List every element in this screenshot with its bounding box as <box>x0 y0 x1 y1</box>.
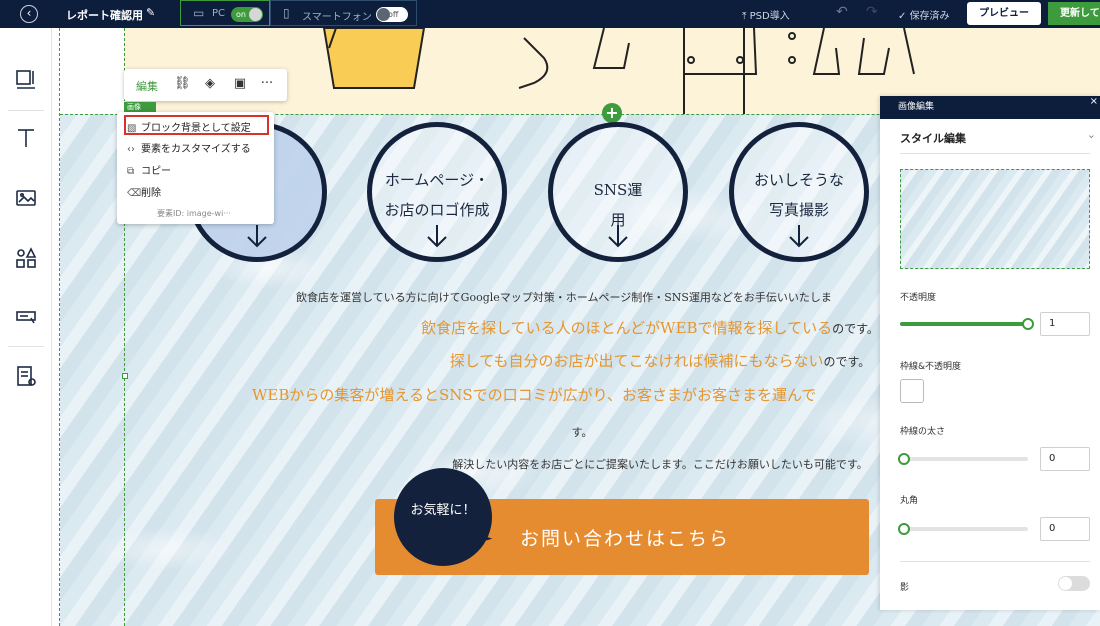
preview-button[interactable]: プレビュー <box>967 2 1041 25</box>
divider <box>900 561 1090 562</box>
down-arrow-icon <box>789 225 809 248</box>
radius-input[interactable]: 0 <box>1040 517 1090 541</box>
menu-label: 削除 <box>141 188 161 199</box>
image-preview[interactable] <box>900 169 1090 269</box>
down-arrow-icon <box>247 225 267 248</box>
shadow-label: 影 <box>900 583 910 593</box>
highlight-text: 飲食店を探している人のほとんどがWEBで情報を探している <box>421 319 833 337</box>
element-id[interactable]: 要素ID: image-wi··· <box>157 208 231 219</box>
pc-mode-segment[interactable]: ▭ PC on <box>180 0 270 26</box>
pencil-icon[interactable]: ✎ <box>146 6 155 19</box>
more-icon[interactable]: ··· <box>259 76 275 92</box>
resize-handle[interactable] <box>122 373 128 379</box>
border-width-input[interactable]: 0 <box>1040 447 1090 471</box>
cta-label: お問い合わせはこちら <box>520 528 731 550</box>
left-toolbar <box>0 28 52 626</box>
border-width-label: 枠線の太さ <box>900 427 946 437</box>
image-replace-icon[interactable]: ▣ <box>232 76 248 92</box>
guide-line <box>59 28 60 626</box>
slider-knob[interactable] <box>898 453 910 465</box>
line-tail: のです。 <box>832 322 879 336</box>
panel-title: 画像編集 <box>880 96 1100 119</box>
copy-icon: ⧉ <box>127 166 135 177</box>
element-toolbar: 編集 ⛓ ◈ ▣ ··· <box>124 69 287 101</box>
highlight-text: 探しても自分のお店が出てこなければ候補にもならない <box>449 352 824 370</box>
border-color-swatch[interactable] <box>900 379 924 403</box>
wrap-text[interactable]: す。 <box>382 424 782 440</box>
style-edit-heading[interactable]: スタイル編集 <box>900 130 966 146</box>
toggle-knob <box>377 8 390 21</box>
smartphone-toggle[interactable]: off <box>376 7 408 22</box>
slider-fill <box>900 322 1028 326</box>
page-title: レポート確認用 <box>66 9 143 22</box>
undo-icon[interactable]: ↶ <box>836 4 848 20</box>
menu-item-copy[interactable]: ⧉ コピー <box>127 162 171 177</box>
context-menu: ▧ ブロック背景として設定 ‹› 要素をカスタマイズする ⧉ コピー ⌫削除 要素ID… <box>117 112 274 224</box>
opacity-slider[interactable] <box>900 318 1034 330</box>
layout-block-icon[interactable] <box>13 68 39 94</box>
divider <box>900 153 1090 154</box>
pattern-icon: ▧ <box>127 123 137 134</box>
menu-item-delete[interactable]: ⌫削除 <box>127 184 161 199</box>
pc-toggle[interactable]: on <box>231 7 263 22</box>
shadow-toggle[interactable] <box>1058 576 1090 591</box>
code-icon: ‹› <box>127 144 135 155</box>
toggle-knob <box>249 8 262 21</box>
shapes-icon[interactable] <box>13 246 39 272</box>
pc-toggle-label: on <box>236 10 246 19</box>
border-opacity-label: 枠線&不透明度 <box>900 362 962 372</box>
slider-knob[interactable] <box>898 523 910 535</box>
psd-import-button[interactable]: ⤒ PSD導入 <box>742 7 790 22</box>
service-label: おいしそうな写真撮影 <box>753 171 844 219</box>
service-label: ホームページ・お店のロゴ作成 <box>384 171 490 219</box>
slider-knob[interactable] <box>1022 318 1034 330</box>
page-settings-icon[interactable] <box>13 364 39 390</box>
opacity-label: 不透明度 <box>900 293 937 303</box>
button-element-icon[interactable] <box>13 304 39 330</box>
bubble-label: お気軽に！ <box>410 503 476 518</box>
link-icon[interactable]: ⛓ <box>174 76 191 92</box>
update-button[interactable]: 更新して <box>1048 2 1100 25</box>
down-arrow-icon <box>608 225 628 248</box>
monitor-icon: ▭ <box>193 6 205 20</box>
menu-label: 要素をカスタマイズする <box>141 144 251 155</box>
service-circle-photo[interactable]: おいしそうな写真撮影 <box>729 122 869 262</box>
saved-label: 保存済み <box>909 11 950 22</box>
service-circle-sns[interactable]: SNS運用 <box>548 122 688 262</box>
down-arrow-icon <box>427 225 447 248</box>
saved-status: ✓ 保存済み <box>898 11 950 22</box>
redo-icon[interactable]: ↷ <box>866 4 878 20</box>
border-width-slider[interactable] <box>898 453 1028 465</box>
add-block-button[interactable]: + <box>602 103 622 123</box>
menu-label: ブロック背景として設定 <box>141 123 251 134</box>
radius-slider[interactable] <box>898 523 1028 535</box>
smartphone-icon: ▯ <box>283 6 290 20</box>
menu-item-customize[interactable]: ‹› 要素をカスタマイズする <box>127 140 251 155</box>
back-arrow-icon[interactable]: ‹ <box>20 5 38 23</box>
menu-label: コピー <box>141 166 171 177</box>
image-tag: 画像 <box>124 102 156 112</box>
trash-icon: ⌫ <box>127 188 142 199</box>
edit-button[interactable]: 編集 <box>136 78 158 94</box>
image-edit-panel: 画像編集 × スタイル編集 ⌄ 不透明度 1 枠線&不透明度 枠線の太さ 0 丸… <box>880 96 1100 610</box>
line-tail: のです。 <box>823 355 871 369</box>
toggle-knob <box>1059 577 1072 590</box>
menu-item-set-block-background[interactable]: ▧ ブロック背景として設定 <box>127 119 251 134</box>
smartphone-label: スマートフォン <box>302 12 372 23</box>
top-bar: ‹ レポート確認用 ✎ ▭ PC on ▯ スマートフォン off ⤒ PSD導… <box>0 0 1100 28</box>
pc-label: PC <box>212 8 226 19</box>
close-icon[interactable]: × <box>1090 96 1098 107</box>
opacity-input[interactable]: 1 <box>1040 312 1090 336</box>
smartphone-mode-segment[interactable]: ▯ スマートフォン off <box>270 0 417 26</box>
radius-label: 丸角 <box>900 496 919 506</box>
chevron-down-icon[interactable]: ⌄ <box>1087 128 1096 141</box>
image-icon[interactable] <box>13 186 39 212</box>
service-circle-homepage[interactable]: ホームページ・お店のロゴ作成 <box>367 122 507 262</box>
text-icon[interactable] <box>13 126 39 152</box>
layers-icon[interactable]: ◈ <box>202 76 218 92</box>
psd-import-label: PSD導入 <box>749 11 790 22</box>
intro-text[interactable]: 飲食店を運営している方に向けてGoogleマップ対策・ホームページ制作・SNS運… <box>296 289 916 305</box>
